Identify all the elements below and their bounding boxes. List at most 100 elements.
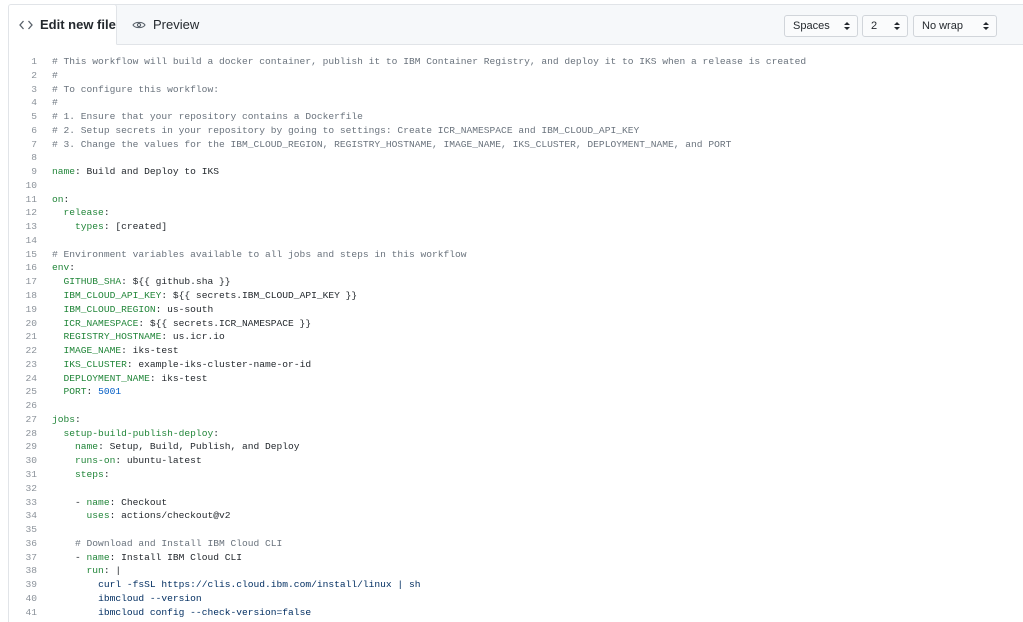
- code-line[interactable]: 18 IBM_CLOUD_API_KEY: ${{ secrets.IBM_CL…: [9, 289, 1023, 303]
- code-line[interactable]: 40 ibmcloud --version: [9, 592, 1023, 606]
- code-line[interactable]: 36 # Download and Install IBM Cloud CLI: [9, 537, 1023, 551]
- line-number: 6: [31, 124, 37, 136]
- code-token: ICR_NAMESPACE: [63, 317, 139, 329]
- code-token: name: [86, 496, 110, 508]
- line-text: types: [created]: [52, 220, 167, 234]
- line-number: 2: [31, 69, 37, 81]
- code-line[interactable]: 15 # Environment variables available to a…: [9, 248, 1023, 262]
- code-line[interactable]: 34 uses: actions/checkout@v2: [9, 509, 1023, 523]
- code-line[interactable]: 20 ICR_NAMESPACE: ${{ secrets.ICR_NAMESP…: [9, 317, 1023, 331]
- code-line[interactable]: 7 # 3. Change the values for the IBM_CLOU…: [9, 138, 1023, 152]
- code-line[interactable]: 2 #: [9, 69, 1023, 83]
- code-line[interactable]: 37 - name: Install IBM Cloud CLI: [9, 551, 1023, 565]
- editor-toolbar: Edit new file Preview Spaces 2 No wrap: [9, 5, 1023, 45]
- code-token: PORT: [63, 386, 87, 398]
- line-number: 19: [25, 303, 37, 315]
- line-text: # 1. Ensure that your repository contain…: [52, 110, 363, 124]
- code-line[interactable]: 14: [9, 234, 1023, 248]
- code-line[interactable]: 27 jobs:: [9, 413, 1023, 427]
- line-number: 27: [25, 413, 37, 425]
- code-token: # Environment variables available to all…: [52, 248, 467, 260]
- select-arrows-icon: [983, 22, 989, 30]
- code-token: jobs: [52, 413, 76, 425]
- code-line[interactable]: 17 GITHUB_SHA: ${{ github.sha }}: [9, 275, 1023, 289]
- line-text: env:: [52, 261, 75, 275]
- code-token: :: [86, 386, 99, 398]
- code-token: # 3. Change the values for the IBM_CLOUD…: [52, 138, 732, 150]
- code-line[interactable]: 41 ibmcloud config --check-version=false: [9, 606, 1023, 620]
- code-token: DEPLOYMENT_NAME: [63, 372, 150, 384]
- tab-edit-new-file[interactable]: Edit new file: [9, 5, 117, 45]
- code-line[interactable]: 30 runs-on: ubuntu-latest: [9, 454, 1023, 468]
- code-token: :: [75, 166, 87, 178]
- code-line[interactable]: 35: [9, 523, 1023, 537]
- code-line[interactable]: 9 name: Build and Deploy to IKS: [9, 165, 1023, 179]
- line-text: #: [52, 69, 58, 83]
- code-line[interactable]: 8: [9, 151, 1023, 165]
- code-line[interactable]: 38 run: |: [9, 564, 1023, 578]
- code-token: steps: [75, 468, 104, 480]
- code-line[interactable]: 13 types: [created]: [9, 220, 1023, 234]
- code-line[interactable]: 6 # 2. Setup secrets in your repository b…: [9, 124, 1023, 138]
- code-editor-area[interactable]: 1 # This workflow will build a docker con…: [9, 55, 1023, 619]
- select-arrows-icon: [894, 22, 900, 30]
- code-line[interactable]: 4 #: [9, 96, 1023, 110]
- line-text: PORT: 5001: [52, 385, 122, 399]
- code-token: release: [63, 207, 104, 219]
- code-line[interactable]: 26: [9, 399, 1023, 413]
- eye-icon: [132, 20, 146, 30]
- code-line[interactable]: 22 IMAGE_NAME: iks-test: [9, 344, 1023, 358]
- code-token: IBM_CLOUD_REGION: [63, 303, 156, 315]
- code-line[interactable]: 16 env:: [9, 261, 1023, 275]
- code-line[interactable]: 31 steps:: [9, 468, 1023, 482]
- tab-edit-label: Edit new file: [40, 17, 116, 32]
- indent-size-select[interactable]: 2: [862, 15, 908, 37]
- line-text: IBM_CLOUD_API_KEY: ${{ secrets.IBM_CLOUD…: [52, 289, 358, 303]
- code-line[interactable]: 33 - name: Checkout: [9, 496, 1023, 510]
- line-number: 40: [25, 592, 37, 604]
- code-token: run: [86, 565, 104, 577]
- code-line[interactable]: 10: [9, 179, 1023, 193]
- code-line[interactable]: 28 setup-build-publish-deploy:: [9, 427, 1023, 441]
- line-number: 13: [25, 221, 37, 233]
- code-line[interactable]: 29 name: Setup, Build, Publish, and Depl…: [9, 440, 1023, 454]
- line-number: 4: [31, 97, 37, 109]
- code-line[interactable]: 32: [9, 482, 1023, 496]
- indent-mode-select[interactable]: Spaces: [784, 15, 858, 37]
- code-token: #: [52, 69, 58, 81]
- line-number: 37: [25, 551, 37, 563]
- code-line[interactable]: 25 PORT: 5001: [9, 385, 1023, 399]
- code-line[interactable]: 3 # To configure this workflow:: [9, 83, 1023, 97]
- code-token: # 1. Ensure that your repository contain…: [52, 111, 363, 123]
- line-number: 24: [25, 372, 37, 384]
- wrap-mode-select[interactable]: No wrap: [913, 15, 997, 37]
- code-token: : [created]: [103, 221, 168, 233]
- code-token: GITHUB_SHA: [63, 276, 122, 288]
- code-line[interactable]: 21 REGISTRY_HOSTNAME: us.icr.io: [9, 330, 1023, 344]
- line-number: 34: [25, 510, 37, 522]
- line-number: 25: [25, 386, 37, 398]
- code-line[interactable]: 1 # This workflow will build a docker con…: [9, 55, 1023, 69]
- code-token: :: [103, 207, 110, 219]
- code-line[interactable]: 19 IBM_CLOUD_REGION: us-south: [9, 303, 1023, 317]
- code-token: curl -fsSL https://clis.cloud.ibm.com/in…: [98, 579, 421, 591]
- code-line[interactable]: 24 DEPLOYMENT_NAME: iks-test: [9, 372, 1023, 386]
- tab-preview[interactable]: Preview: [132, 5, 199, 45]
- code-line[interactable]: 39 curl -fsSL https://clis.cloud.ibm.com…: [9, 578, 1023, 592]
- line-text: - name: Install IBM Cloud CLI: [52, 551, 242, 565]
- indent-size-value: 2: [871, 20, 878, 32]
- code-line[interactable]: 5 # 1. Ensure that your repository contai…: [9, 110, 1023, 124]
- code-line[interactable]: 12 release:: [9, 206, 1023, 220]
- code-line[interactable]: 11 on:: [9, 193, 1023, 207]
- line-text: release:: [52, 206, 110, 220]
- line-number: 8: [31, 152, 37, 164]
- code-line[interactable]: 23 IKS_CLUSTER: example-iks-cluster-name…: [9, 358, 1023, 372]
- code-token: uses: [86, 510, 110, 522]
